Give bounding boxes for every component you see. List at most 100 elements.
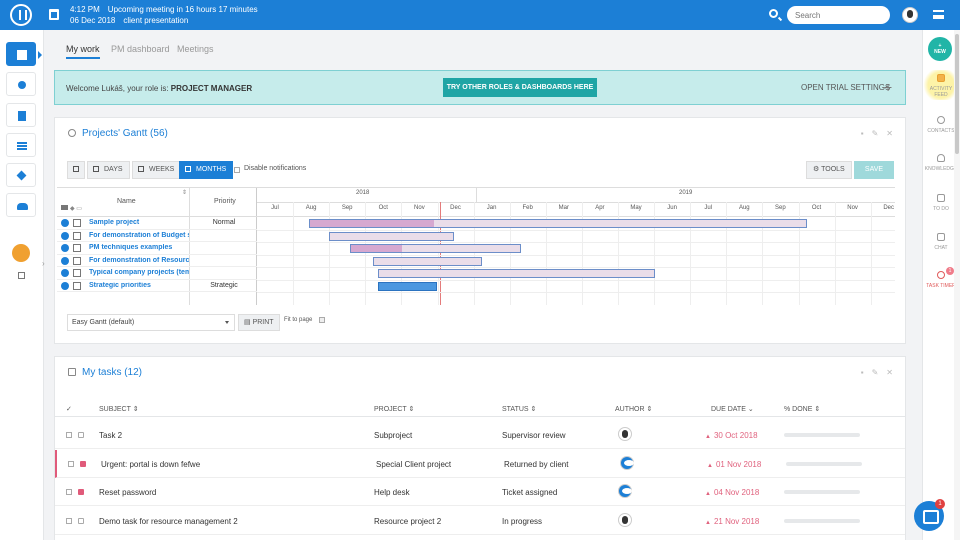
tab-pm-dashboard[interactable]: PM dashboard [111,44,170,54]
expand-plus-icon[interactable] [61,244,69,252]
task-project[interactable]: Special Client project [376,460,451,469]
edit-icon[interactable]: ✎ [872,368,879,377]
weeks-button[interactable]: WEEKS [132,161,182,179]
calendar-icon[interactable] [49,9,59,20]
expand-plus-icon[interactable] [61,219,69,227]
tasks-title[interactable]: My tasks (12) [82,367,142,378]
sidebar-item-dropbox[interactable] [6,163,36,187]
project-name[interactable]: Typical company projects (temp [89,269,189,276]
screen-icon[interactable] [18,272,25,279]
calendar-view-button[interactable] [67,161,85,179]
task-subject[interactable]: Reset password [99,488,156,497]
author-avatar[interactable] [618,484,632,498]
table-row[interactable]: Reset password Help desk Ticket assigned 04… [55,478,905,506]
task-subject[interactable]: Demo task for resource management 2 [99,517,238,526]
search-icon[interactable] [769,9,778,18]
months-button[interactable]: MONTHS [179,161,234,179]
upcoming-meeting-line[interactable]: 4:12 PM Upcoming meeting in 16 hours 17 m… [70,5,266,14]
gantt-bar[interactable] [378,269,656,278]
gantt-layout-select[interactable]: Easy Gantt (default) [67,314,235,331]
project-name[interactable]: Sample project [89,219,189,226]
author-avatar[interactable] [620,455,634,470]
row-checkbox[interactable] [66,517,72,524]
hamburger-menu-icon[interactable] [933,10,944,19]
expand-plus-icon[interactable] [61,281,69,290]
task-subject[interactable]: Urgent: portal is down fefwe [101,460,200,469]
column-priority[interactable]: Priority [214,198,236,205]
close-icon[interactable]: ✕ [886,368,893,377]
expand-collapse-icons[interactable]: ◆ ▭ [70,205,82,212]
search-input[interactable] [787,6,890,24]
sidebar-item-lists[interactable] [6,133,36,157]
user-avatar[interactable] [902,7,918,23]
author-avatar[interactable] [618,512,632,527]
column-due-date[interactable]: DUE DATE ⌄ [711,405,754,413]
task-project[interactable]: Resource project 2 [374,517,441,526]
author-avatar[interactable] [618,427,632,441]
task-project[interactable]: Subproject [374,431,412,440]
row-checkbox[interactable] [68,460,74,467]
column-name[interactable]: Name [117,198,136,205]
new-button[interactable]: + NEW [928,37,952,61]
gantt-row[interactable]: Strategic priorities Strategic [57,280,257,292]
gantt-bar[interactable] [349,244,522,253]
sidebar-item-users[interactable] [6,193,36,217]
project-name[interactable]: For demonstration of Resource [89,257,189,264]
plus-icon[interactable]: + [884,80,892,94]
scrollbar-thumb[interactable] [955,34,959,154]
table-row[interactable]: Task 2 Subproject Supervisor review 30 Oct … [55,421,905,449]
gantt-title[interactable]: Projects' Gantt (56) [82,128,168,139]
sidebar-item-tasks[interactable] [6,103,36,127]
table-row[interactable]: Urgent: portal is down fefwe Special Clie… [55,449,905,478]
try-other-roles-button[interactable]: TRY OTHER ROLES & DASHBOARDS HERE [443,78,597,97]
tools-button[interactable]: ⚙ TOOLS [806,161,852,179]
column-project[interactable]: PROJECT ⇕ [374,405,414,413]
row-checkbox[interactable] [66,432,72,438]
sidebar-item-projects[interactable] [6,72,36,96]
meeting-details-line[interactable]: 06 Dec 2018 client presentation [70,16,196,25]
gantt-row[interactable]: Sample project Normal [57,217,257,230]
sidebar-item-dashboard[interactable] [6,42,36,66]
save-button[interactable]: SAVE [854,161,894,179]
sidebar-collapse-arrow[interactable]: › [42,259,45,268]
expand-plus-icon[interactable] [61,256,69,265]
project-name[interactable]: Strategic priorities [89,282,189,289]
delete-icon[interactable]: ▪ [861,129,864,138]
project-name[interactable]: PM techniques examples [89,244,189,251]
gantt-bar[interactable] [329,231,454,241]
open-trial-settings-link[interactable]: OPEN TRIAL SETTINGS [801,83,890,92]
folder-icon[interactable] [61,205,68,210]
print-button[interactable]: ▤ PRINT [238,314,280,331]
tab-meetings[interactable]: Meetings [177,44,214,54]
gantt-row[interactable]: For demonstration of Budget st [57,230,257,242]
delete-icon[interactable]: ▪ [861,368,864,377]
column-done[interactable]: % DONE ⇕ [784,405,820,413]
column-subject[interactable]: SUBJECT ⇕ [99,405,139,413]
app-logo[interactable] [10,4,32,26]
row-checkbox[interactable] [66,489,72,495]
disable-notifications-checkbox[interactable] [234,167,240,173]
gantt-bar[interactable] [309,219,807,228]
days-button[interactable]: DAYS [87,161,130,179]
sort-icon[interactable]: ⇕ [182,189,187,196]
expand-plus-icon[interactable] [61,269,69,277]
task-project[interactable]: Help desk [374,488,410,497]
gantt-row[interactable]: For demonstration of Resource [57,255,257,267]
gantt-row[interactable]: Typical company projects (temp [57,267,257,280]
fit-to-page-checkbox[interactable] [319,317,325,323]
edit-icon[interactable]: ✎ [872,129,879,138]
close-icon[interactable]: ✕ [886,129,893,138]
gantt-bar[interactable] [373,256,482,266]
add-user-icon[interactable] [12,244,30,262]
project-name[interactable]: For demonstration of Budget st [89,232,189,239]
task-subject[interactable]: Task 2 [99,431,122,440]
select-all-checkmark[interactable]: ✓ [66,405,72,413]
gantt-bar[interactable] [378,281,438,291]
table-row[interactable]: Demo task for resource management 2 Resou… [55,507,905,535]
column-author[interactable]: AUTHOR ⇕ [615,405,652,413]
gantt-row[interactable]: PM techniques examples [57,242,257,255]
column-due-date-label: DUE DATE [711,406,746,413]
tab-my-work[interactable]: My work [66,44,100,59]
column-status[interactable]: STATUS ⇕ [502,405,536,413]
expand-plus-icon[interactable] [61,231,69,240]
